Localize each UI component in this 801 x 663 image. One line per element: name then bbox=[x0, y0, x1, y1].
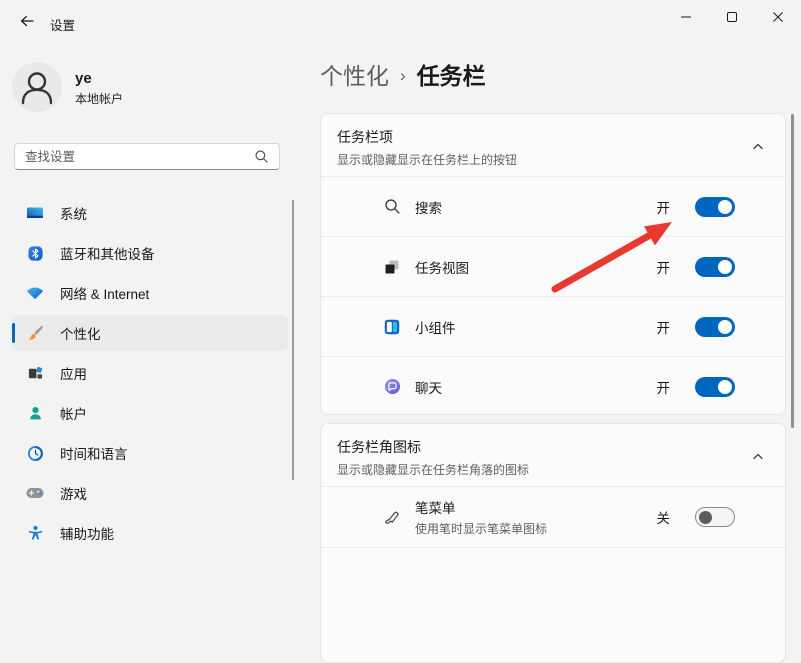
sidebar-item-label: 系统 bbox=[60, 203, 87, 223]
breadcrumb: 个性化 › 任务栏 bbox=[320, 58, 486, 90]
toggle-row-label: 任务视图 bbox=[415, 257, 643, 277]
sidebar: ye 本地帐户 系统 bbox=[0, 40, 300, 561]
task-view-toggle[interactable] bbox=[695, 257, 735, 277]
close-button[interactable] bbox=[755, 0, 801, 34]
search-icon bbox=[383, 198, 401, 216]
breadcrumb-parent[interactable]: 个性化 bbox=[320, 57, 389, 91]
page-title: 任务栏 bbox=[417, 57, 486, 91]
back-arrow-icon bbox=[19, 13, 35, 29]
task-view-icon bbox=[383, 258, 401, 276]
user-name: ye bbox=[75, 70, 92, 87]
minimize-button[interactable] bbox=[663, 0, 709, 34]
minimize-icon bbox=[680, 11, 692, 23]
chevron-up-icon bbox=[752, 141, 764, 153]
system-icon bbox=[26, 204, 44, 222]
search-toggle[interactable] bbox=[695, 197, 735, 217]
sidebar-item-accounts[interactable]: 帐户 bbox=[12, 395, 288, 431]
sidebar-item-gaming[interactable]: 游戏 bbox=[12, 475, 288, 511]
toggle-row-chat: 聊天 开 bbox=[321, 356, 785, 415]
sidebar-item-label: 蓝牙和其他设备 bbox=[60, 243, 155, 263]
sidebar-item-label: 辅助功能 bbox=[60, 523, 114, 543]
main-scrollbar[interactable] bbox=[791, 114, 794, 428]
sidebar-item-personalization[interactable]: 个性化 bbox=[12, 315, 288, 351]
toggle-row-label: 小组件 bbox=[415, 317, 643, 337]
sidebar-item-apps[interactable]: 应用 bbox=[12, 355, 288, 391]
accounts-icon bbox=[26, 404, 44, 422]
collapse-expander-button[interactable] bbox=[747, 446, 769, 468]
avatar bbox=[12, 62, 62, 112]
toggle-row-label: 笔菜单 bbox=[415, 497, 643, 517]
pen-menu-icon bbox=[383, 508, 401, 526]
toggle-row-label: 搜索 bbox=[415, 197, 643, 217]
taskbar-corner-icons-card: 任务栏角图标 显示或隐藏显示在任务栏角落的图标 笔菜单 使用笔时显示笔菜单图标 … bbox=[320, 423, 786, 663]
sidebar-item-accessibility[interactable]: 辅助功能 bbox=[12, 515, 288, 551]
widgets-toggle[interactable] bbox=[695, 317, 735, 337]
titlebar: 设置 bbox=[0, 0, 801, 40]
search-icon bbox=[254, 149, 269, 164]
person-icon bbox=[12, 62, 62, 112]
taskbar-items-card: 任务栏项 显示或隐藏显示在任务栏上的按钮 搜索 开 bbox=[320, 113, 786, 415]
chat-toggle[interactable] bbox=[695, 377, 735, 397]
sidebar-item-time-language[interactable]: 时间和语言 bbox=[12, 435, 288, 471]
close-icon bbox=[772, 11, 784, 23]
gaming-icon bbox=[26, 484, 44, 502]
sidebar-item-label: 时间和语言 bbox=[60, 443, 128, 463]
toggle-row-description: 使用笔时显示笔菜单图标 bbox=[415, 520, 643, 537]
settings-search-box[interactable] bbox=[14, 143, 280, 170]
pen-menu-toggle[interactable] bbox=[695, 507, 735, 527]
section-title: 任务栏角图标 bbox=[337, 437, 769, 457]
maximize-button[interactable] bbox=[709, 0, 755, 34]
window-title: 设置 bbox=[50, 15, 75, 34]
bluetooth-icon bbox=[26, 244, 44, 262]
toggle-state-label: 开 bbox=[657, 197, 671, 217]
apps-icon bbox=[26, 364, 44, 382]
back-button[interactable] bbox=[12, 9, 42, 33]
sidebar-item-label: 网络 & Internet bbox=[60, 283, 149, 303]
user-account-type: 本地帐户 bbox=[75, 90, 123, 107]
breadcrumb-separator: › bbox=[400, 63, 406, 86]
toggle-row-search: 搜索 开 bbox=[321, 176, 785, 236]
sidebar-item-bluetooth-devices[interactable]: 蓝牙和其他设备 bbox=[12, 235, 288, 271]
sidebar-item-system[interactable]: 系统 bbox=[12, 195, 288, 231]
window-controls bbox=[663, 0, 801, 34]
sidebar-item-label: 帐户 bbox=[60, 403, 87, 423]
personalization-icon bbox=[26, 324, 44, 342]
network-icon bbox=[26, 284, 44, 302]
user-account-block[interactable]: ye 本地帐户 bbox=[12, 62, 272, 114]
chat-icon bbox=[383, 378, 401, 396]
toggle-row-task-view: 任务视图 开 bbox=[321, 236, 785, 296]
section-subtitle: 显示或隐藏显示在任务栏上的按钮 bbox=[337, 151, 769, 168]
sidebar-item-label: 游戏 bbox=[60, 483, 87, 503]
taskbar-items-header: 任务栏项 显示或隐藏显示在任务栏上的按钮 bbox=[321, 114, 785, 176]
section-subtitle: 显示或隐藏显示在任务栏角落的图标 bbox=[337, 461, 769, 478]
taskbar-corner-icons-header: 任务栏角图标 显示或隐藏显示在任务栏角落的图标 bbox=[321, 424, 785, 486]
collapse-expander-button[interactable] bbox=[747, 136, 769, 158]
toggle-row-text: 笔菜单 使用笔时显示笔菜单图标 bbox=[415, 497, 643, 537]
toggle-row-widgets: 小组件 开 bbox=[321, 296, 785, 356]
maximize-icon bbox=[726, 11, 738, 23]
toggle-state-label: 开 bbox=[657, 377, 671, 397]
toggle-row-pen-menu: 笔菜单 使用笔时显示笔菜单图标 关 bbox=[321, 486, 785, 547]
toggle-state-label: 开 bbox=[657, 257, 671, 277]
toggle-row-label: 聊天 bbox=[415, 377, 643, 397]
sidebar-item-label: 个性化 bbox=[60, 323, 101, 343]
selected-indicator bbox=[12, 323, 15, 343]
search-input[interactable] bbox=[25, 150, 254, 164]
sidebar-item-network[interactable]: 网络 & Internet bbox=[12, 275, 288, 311]
time-language-icon bbox=[26, 444, 44, 462]
main-content: 个性化 › 任务栏 任务栏项 显示或隐藏显示在任务栏上的按钮 搜索 开 bbox=[300, 40, 801, 561]
toggle-state-label: 关 bbox=[657, 507, 671, 527]
sidebar-scrollbar[interactable] bbox=[292, 200, 294, 480]
widgets-icon bbox=[383, 318, 401, 336]
section-title: 任务栏项 bbox=[337, 127, 769, 147]
toggle-state-label: 开 bbox=[657, 317, 671, 337]
chevron-up-icon bbox=[752, 451, 764, 463]
sidebar-nav: 系统 蓝牙和其他设备 网络 & Inter bbox=[0, 193, 300, 553]
sidebar-item-label: 应用 bbox=[60, 363, 87, 383]
accessibility-icon bbox=[26, 524, 44, 542]
